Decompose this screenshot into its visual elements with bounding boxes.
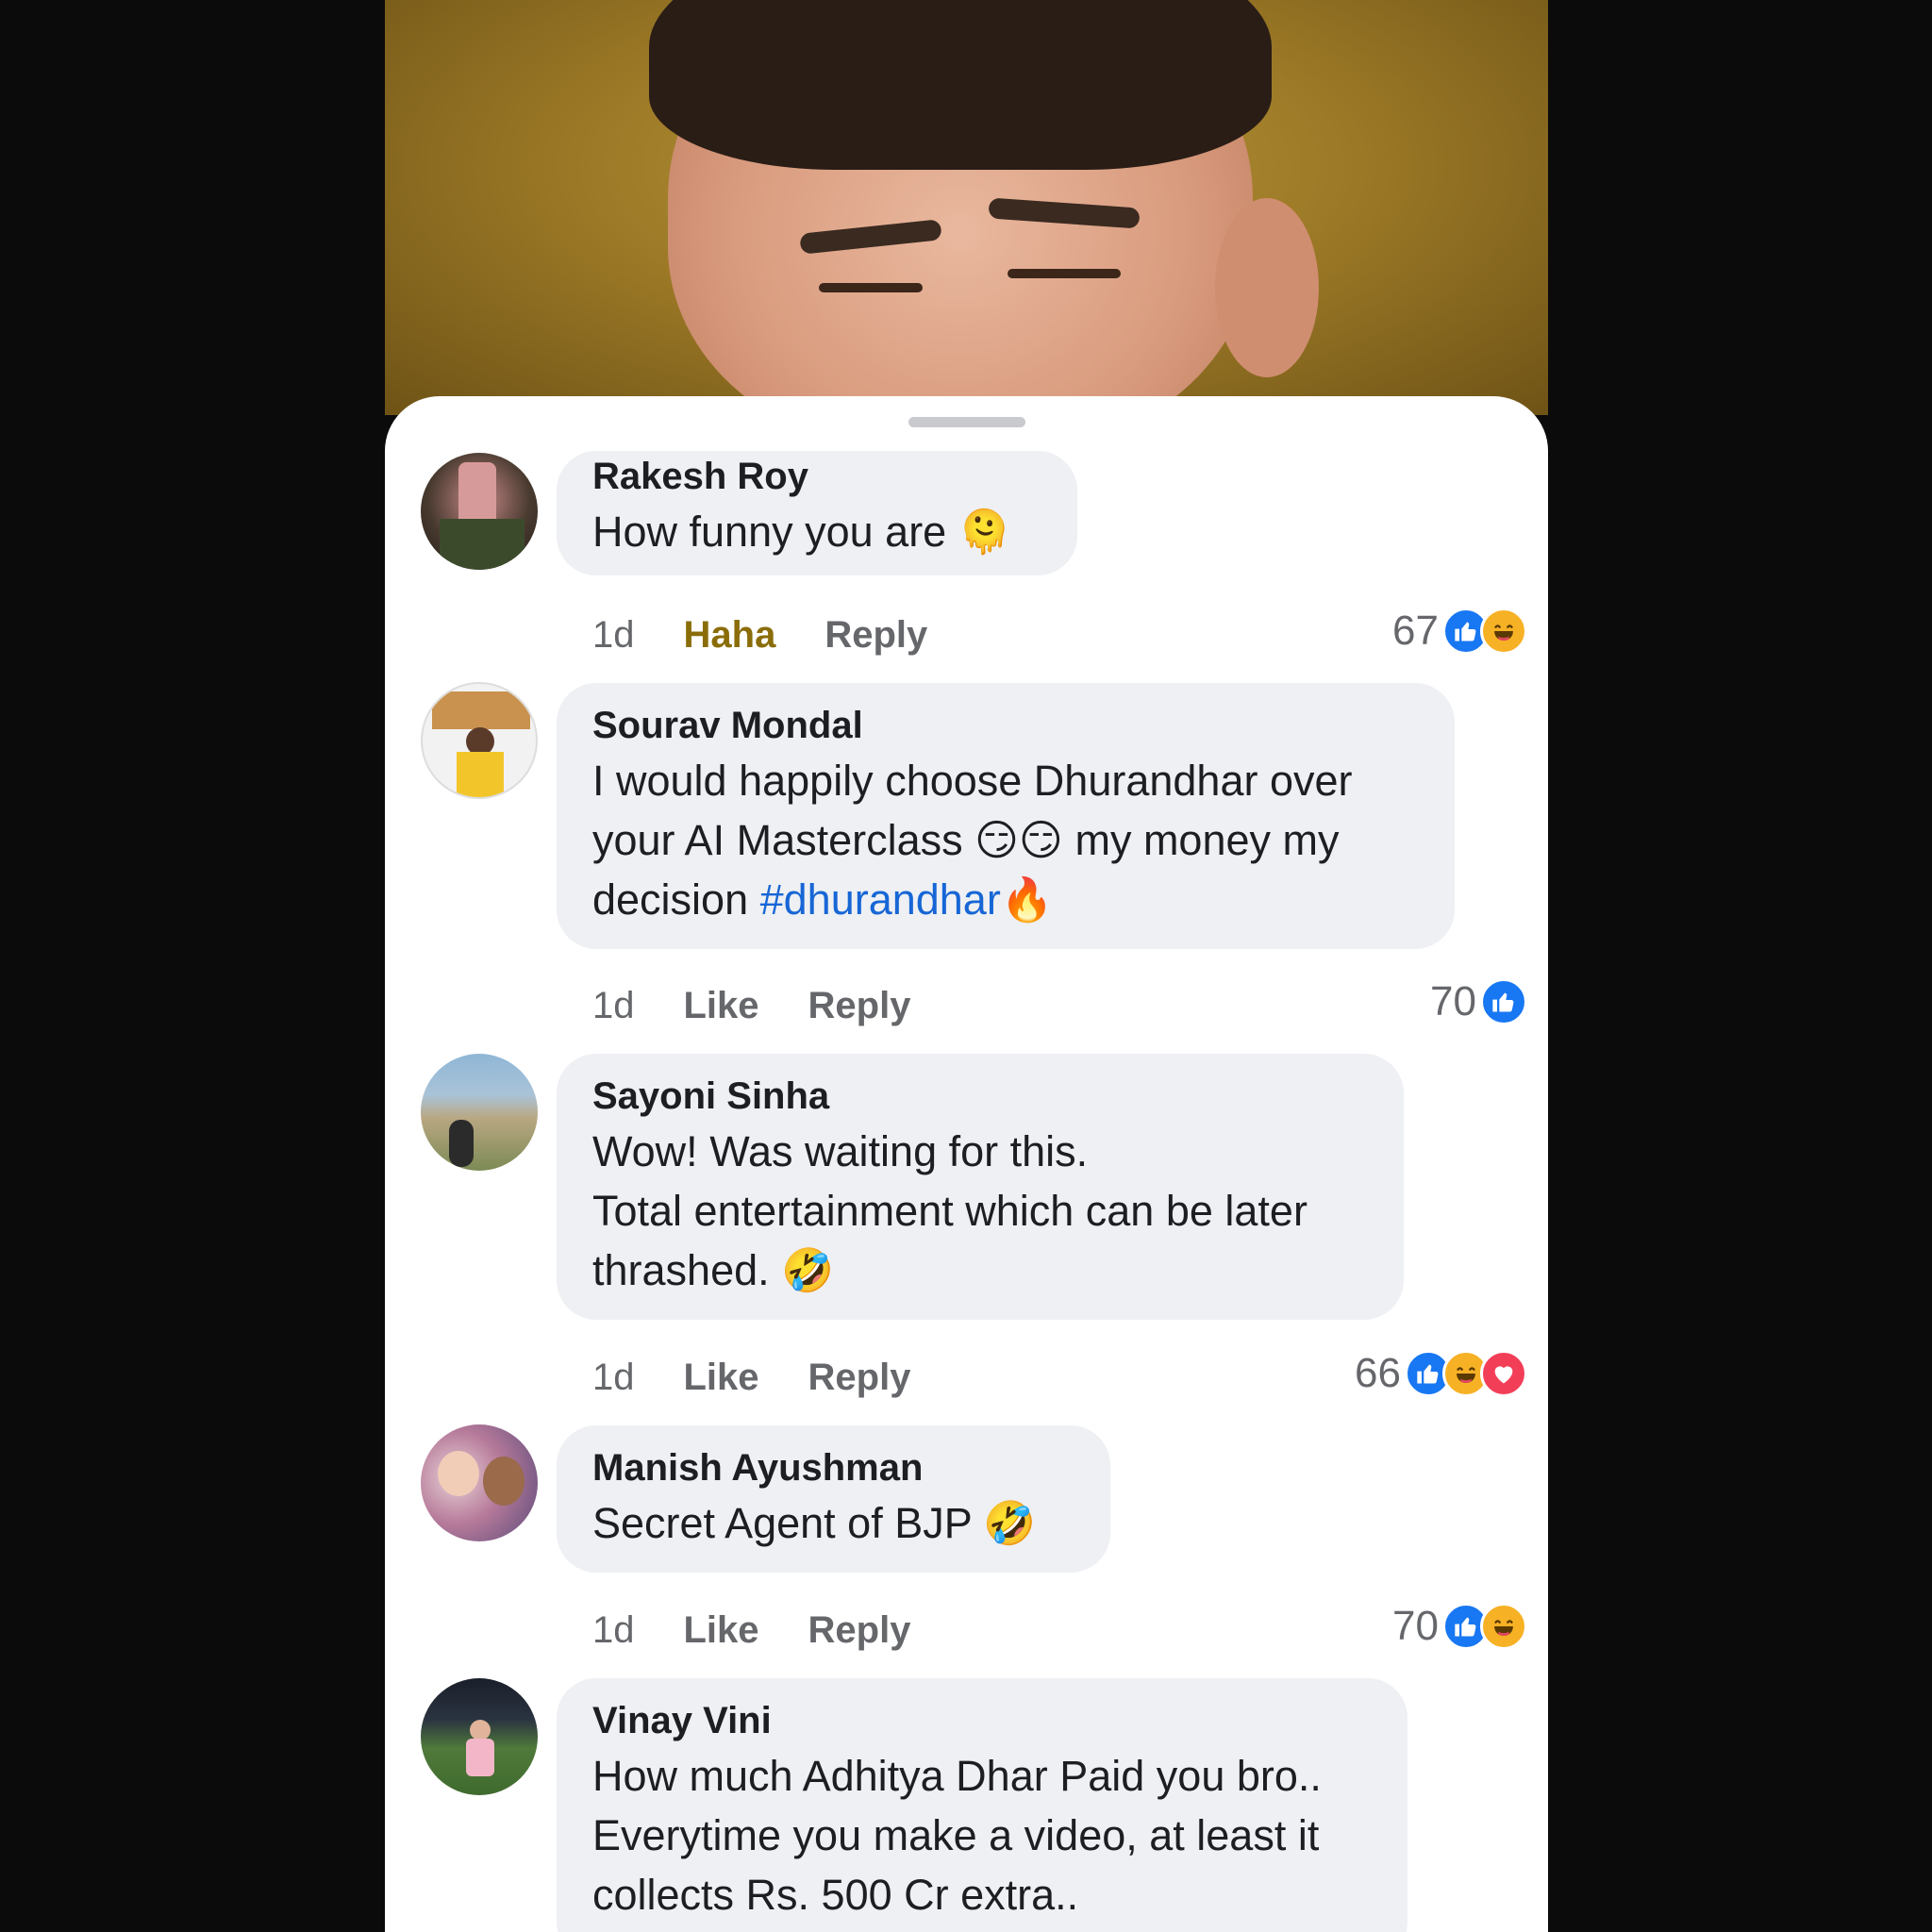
comment-text: I would happily choose Dhurandhar over y… (592, 751, 1419, 929)
comment-bubble: Sourav Mondal I would happily choose Dhu… (557, 683, 1455, 949)
like-button[interactable]: Like (684, 1609, 759, 1652)
commenter-name[interactable]: Rakesh Roy (592, 451, 1041, 502)
reaction-count: 66 (1355, 1350, 1401, 1396)
comment-actions: 1d Like Reply (592, 1349, 959, 1406)
haha-button[interactable]: Haha (684, 614, 776, 657)
comment-time: 1d (592, 613, 635, 656)
phone-screen: Rakesh Roy How funny you are 🫠 1d Haha R… (385, 0, 1548, 1932)
avatar[interactable] (421, 682, 538, 799)
avatar[interactable] (421, 1424, 538, 1541)
like-button[interactable]: Like (684, 1357, 759, 1399)
like-button[interactable]: Like (684, 985, 759, 1027)
comment-actions: 1d Like Reply (592, 1602, 959, 1658)
head-shape (470, 1720, 491, 1740)
comment-text: Wow! Was waiting for this. Total enterta… (592, 1127, 1307, 1294)
reaction-summary[interactable]: 66 (1355, 1345, 1527, 1402)
reply-button[interactable]: Reply (808, 985, 911, 1027)
comment-actions: 1d Like Reply (592, 977, 959, 1034)
haha-reaction-icon (1480, 1603, 1527, 1650)
comment-bubble: Sayoni Sinha Wow! Was waiting for this. … (557, 1054, 1404, 1320)
comment-time: 1d (592, 1608, 635, 1651)
shirt-shape (466, 1739, 494, 1776)
comment-text: Secret Agent of BJP 🤣 (592, 1499, 1037, 1547)
avatar[interactable] (421, 1678, 538, 1795)
reaction-count: 70 (1392, 1603, 1439, 1649)
reply-button[interactable]: Reply (824, 614, 927, 657)
comment-bubble: Manish Ayushman Secret Agent of BJP 🤣 (557, 1425, 1110, 1573)
reaction-summary[interactable]: 70 (1392, 1598, 1527, 1655)
commenter-name[interactable]: Sayoni Sinha (592, 1071, 1368, 1122)
reaction-summary[interactable]: 70 (1430, 974, 1527, 1030)
reply-button[interactable]: Reply (808, 1357, 911, 1399)
person-hair (649, 0, 1272, 170)
reaction-summary[interactable]: 67 (1392, 603, 1527, 659)
avatar[interactable] (421, 453, 538, 570)
comment-time: 1d (592, 1356, 635, 1398)
poster-shape (432, 691, 530, 729)
comment-text-end: 🔥 (1000, 875, 1054, 924)
comment-bubble: Rakesh Roy How funny you are 🫠 (557, 451, 1077, 575)
avatar[interactable] (421, 1054, 538, 1171)
commenter-name[interactable]: Sourav Mondal (592, 700, 1419, 751)
man-face-shape (483, 1457, 525, 1506)
commenter-name[interactable]: Manish Ayushman (592, 1442, 1074, 1493)
shirt-shape (440, 519, 525, 570)
left-eye (819, 283, 923, 292)
reply-button[interactable]: Reply (808, 1609, 911, 1652)
like-reaction-icon (1480, 978, 1527, 1025)
shirt-shape (457, 752, 504, 797)
reaction-count: 67 (1392, 608, 1439, 654)
video-background[interactable] (385, 0, 1548, 415)
love-reaction-icon (1480, 1350, 1527, 1397)
haha-reaction-icon (1480, 608, 1527, 655)
comment-text: How funny you are 🫠 (592, 508, 1011, 556)
reaction-count: 70 (1430, 978, 1476, 1024)
person-shape (449, 1120, 474, 1167)
hashtag-link[interactable]: #dhurandhar (760, 875, 1001, 924)
commenter-name[interactable]: Vinay Vini (592, 1695, 1372, 1746)
comment-bubble: Vinay Vini How much Adhitya Dhar Paid yo… (557, 1678, 1407, 1932)
drag-handle[interactable] (908, 417, 1025, 427)
comment-text: How much Adhitya Dhar Paid you bro.. Eve… (592, 1752, 1322, 1919)
comment-actions: 1d Haha Reply (592, 607, 976, 663)
right-eye (1008, 269, 1121, 278)
comment-time: 1d (592, 984, 635, 1026)
person-ear (1215, 198, 1319, 377)
baby-face-shape (438, 1451, 479, 1496)
comments-sheet: Rakesh Roy How funny you are 🫠 1d Haha R… (385, 396, 1548, 1932)
